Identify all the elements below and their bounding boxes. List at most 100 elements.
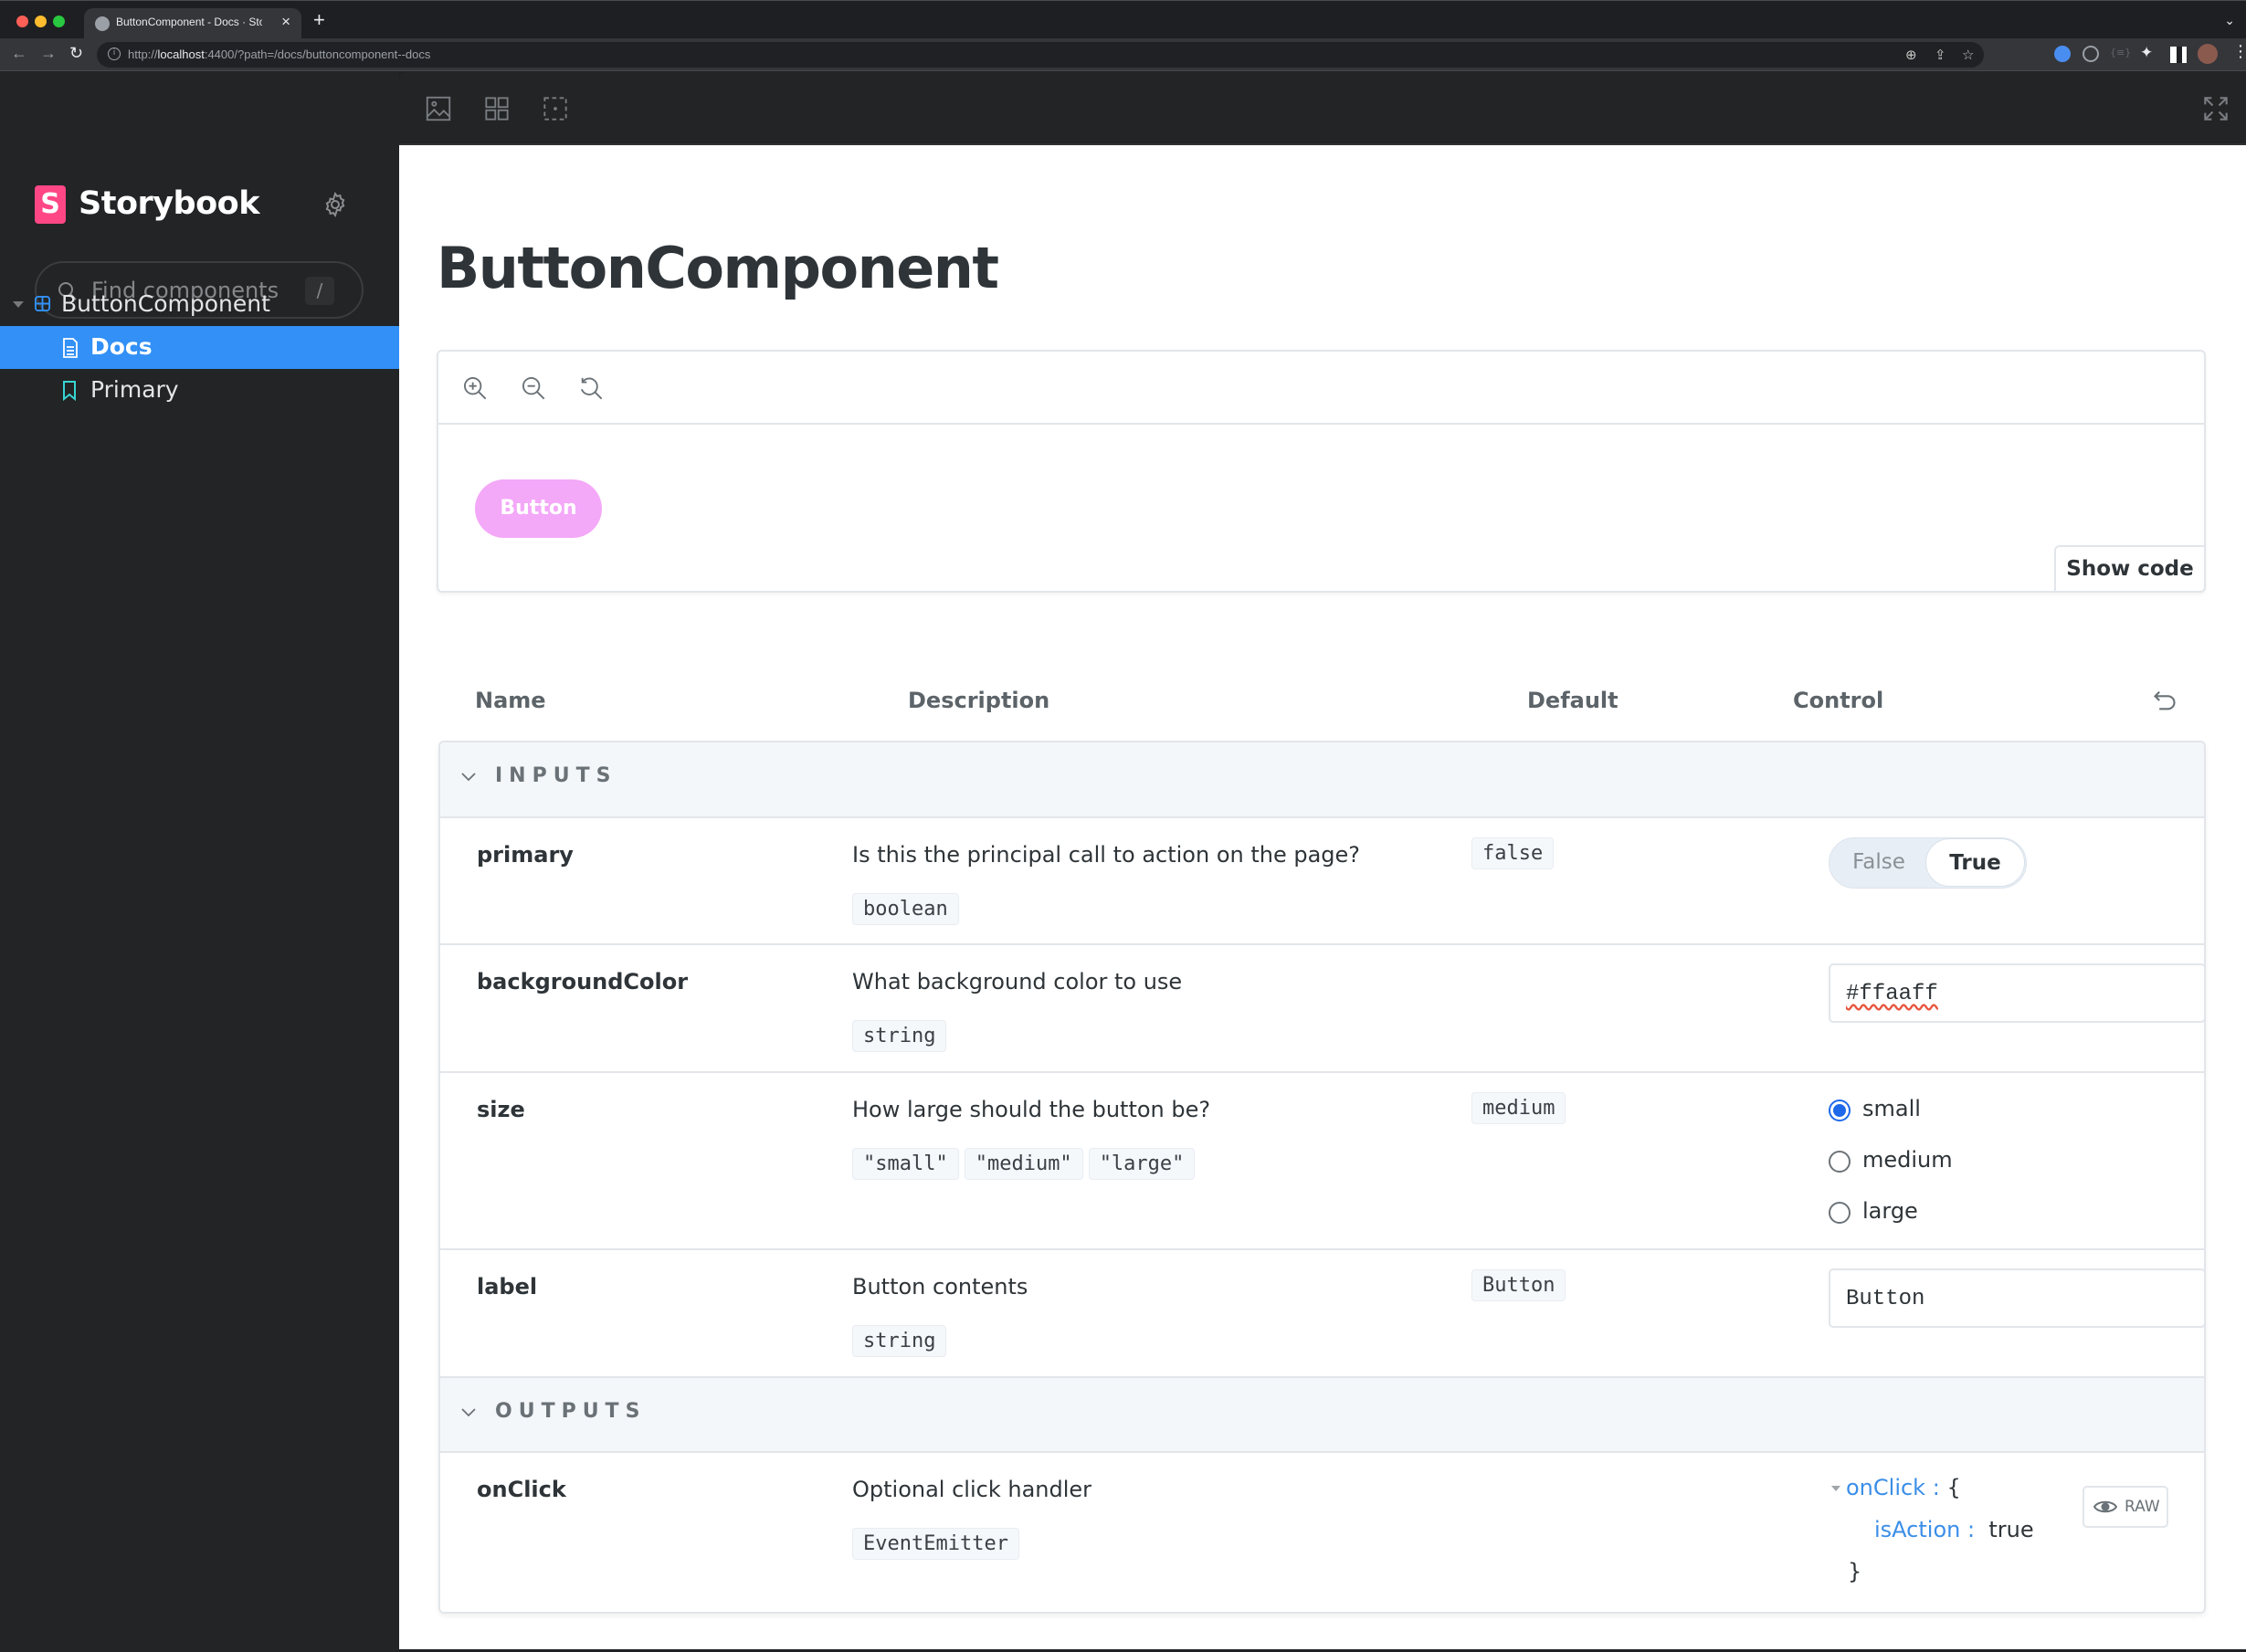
raw-toggle-button[interactable]: RAW bbox=[2083, 1486, 2168, 1528]
object-key[interactable]: onClick bbox=[1846, 1475, 1925, 1500]
section-inputs[interactable]: INPUTS bbox=[440, 742, 2204, 818]
outline-icon[interactable] bbox=[543, 96, 568, 121]
arg-name: label bbox=[477, 1274, 538, 1300]
tree-item-buttoncomponent[interactable]: ButtonComponent bbox=[0, 283, 399, 326]
zoom-in-icon[interactable] bbox=[462, 375, 488, 401]
arg-description: Is this the principal call to action on … bbox=[852, 842, 1361, 868]
storybook-logo-icon: S bbox=[35, 185, 66, 224]
tree-item-primary[interactable]: Primary bbox=[0, 369, 399, 412]
browser-menu-icon[interactable]: ⋮ bbox=[2232, 42, 2246, 61]
docs-content: ButtonComponent Button Show code Name De… bbox=[399, 145, 2246, 1649]
address-bar-row: ← → ↻ i http://localhost:4400/?path=/doc… bbox=[0, 38, 2246, 71]
toggle-option-false[interactable]: False bbox=[1829, 838, 1928, 887]
section-outputs[interactable]: OUTPUTS bbox=[440, 1378, 2204, 1453]
arg-types: EventEmitter bbox=[852, 1528, 1025, 1560]
arg-types: string bbox=[852, 1020, 952, 1052]
radio-button[interactable] bbox=[1829, 1100, 1851, 1121]
arg-types: "small" "medium" "large" bbox=[852, 1148, 1200, 1180]
demo-button[interactable]: Button bbox=[475, 479, 602, 538]
background-icon[interactable] bbox=[426, 96, 451, 121]
zoom-page-icon[interactable]: ⊕ bbox=[1905, 47, 1917, 63]
url-input[interactable]: i http://localhost:4400/?path=/docs/butt… bbox=[97, 42, 1984, 68]
type-chip: EventEmitter bbox=[852, 1528, 1019, 1560]
close-tab-icon[interactable]: × bbox=[281, 13, 290, 31]
type-chip: "large" bbox=[1088, 1148, 1196, 1180]
side-panel-icon[interactable] bbox=[2170, 47, 2187, 63]
page-title: ButtonComponent bbox=[437, 235, 999, 301]
table-row-onclick: onClick Optional click handler EventEmit… bbox=[440, 1453, 2204, 1612]
tree-item-docs[interactable]: Docs bbox=[0, 326, 399, 369]
default-chip: false bbox=[1471, 837, 1555, 869]
tab-search-chevron-icon[interactable]: ⌄ bbox=[2224, 14, 2235, 28]
preview-toolbar bbox=[438, 352, 2204, 425]
arg-description: How large should the button be? bbox=[852, 1097, 1211, 1122]
browser-tab-bar: ButtonComponent - Docs · Storybook × + ⌄ bbox=[0, 0, 2246, 39]
collapse-caret-icon[interactable] bbox=[1831, 1486, 1840, 1491]
bookmark-star-icon[interactable]: ☆ bbox=[1962, 47, 1974, 63]
args-table: INPUTS primary Is this the principal cal… bbox=[438, 741, 2206, 1614]
document-icon bbox=[63, 338, 78, 358]
column-header-control: Control bbox=[1793, 688, 1884, 713]
brand-name: Storybook bbox=[79, 185, 259, 222]
extensions-puzzle-icon[interactable]: ✦ bbox=[2140, 44, 2153, 62]
reload-icon[interactable]: ↻ bbox=[69, 44, 83, 63]
label-input[interactable]: Button bbox=[1829, 1268, 2204, 1328]
tree-item-label: Primary bbox=[90, 376, 179, 403]
section-label: INPUTS bbox=[495, 764, 617, 787]
tab-title: ButtonComponent - Docs · Storybook bbox=[116, 16, 262, 28]
url-text: http://localhost:4400/?path=/docs/button… bbox=[128, 47, 431, 61]
default-chip: medium bbox=[1471, 1092, 1566, 1124]
forward-arrow-icon[interactable]: → bbox=[40, 44, 57, 63]
boolean-toggle[interactable]: False True bbox=[1829, 837, 2027, 889]
arg-name: primary bbox=[477, 842, 574, 868]
toggle-option-true[interactable]: True bbox=[1925, 838, 2025, 887]
new-tab-button[interactable]: + bbox=[313, 8, 325, 32]
zoom-out-icon[interactable] bbox=[521, 375, 546, 401]
fullscreen-icon[interactable] bbox=[2203, 96, 2229, 121]
background-color-input[interactable]: #ffaaff bbox=[1829, 963, 2204, 1023]
maximize-window-button[interactable] bbox=[53, 16, 65, 27]
minimize-window-button[interactable] bbox=[35, 16, 47, 27]
extension-1password-icon[interactable] bbox=[2054, 46, 2071, 62]
radio-button[interactable] bbox=[1829, 1151, 1851, 1173]
back-arrow-icon[interactable]: ← bbox=[11, 44, 27, 63]
column-header-name: Name bbox=[475, 688, 546, 713]
object-close-brace: } bbox=[1848, 1559, 1862, 1584]
share-icon[interactable]: ⇪ bbox=[1935, 47, 1946, 63]
arg-description: What background color to use bbox=[852, 969, 1183, 994]
type-chip: string bbox=[852, 1325, 947, 1357]
table-row-size: size How large should the button be? "sm… bbox=[440, 1073, 2204, 1250]
expand-caret-icon[interactable] bbox=[13, 301, 24, 308]
tree-item-label: ButtonComponent bbox=[61, 290, 270, 317]
globe-icon bbox=[95, 16, 110, 31]
object-child-value[interactable]: true bbox=[1988, 1517, 2033, 1542]
zoom-reset-icon[interactable] bbox=[578, 375, 604, 401]
reset-controls-icon[interactable] bbox=[2152, 688, 2177, 713]
object-child-key[interactable]: isAction bbox=[1874, 1517, 1960, 1542]
browser-tab[interactable]: ButtonComponent - Docs · Storybook × bbox=[84, 8, 301, 39]
extension-json-icon[interactable]: {≡} bbox=[2110, 47, 2131, 58]
arg-description: Optional click handler bbox=[852, 1477, 1092, 1502]
radio-label: large bbox=[1862, 1198, 1918, 1224]
gear-icon[interactable] bbox=[322, 191, 349, 218]
grid-icon[interactable] bbox=[484, 96, 510, 121]
canvas-toolbar bbox=[399, 72, 2246, 145]
radio-button[interactable] bbox=[1829, 1202, 1851, 1224]
column-header-description: Description bbox=[908, 688, 1050, 713]
column-header-default: Default bbox=[1527, 688, 1619, 713]
arg-types: string bbox=[852, 1325, 952, 1357]
close-window-button[interactable] bbox=[16, 16, 28, 27]
eye-icon bbox=[2093, 1500, 2117, 1513]
site-info-icon[interactable]: i bbox=[108, 47, 121, 60]
chevron-down-icon[interactable] bbox=[460, 1405, 477, 1421]
profile-avatar[interactable] bbox=[2198, 44, 2218, 64]
radio-label: small bbox=[1862, 1096, 1921, 1121]
chevron-down-icon[interactable] bbox=[460, 769, 477, 785]
extension-target-icon[interactable] bbox=[2083, 46, 2099, 62]
type-chip: string bbox=[852, 1020, 947, 1052]
type-chip: "medium" bbox=[964, 1148, 1083, 1180]
arg-name: size bbox=[477, 1097, 525, 1122]
arg-default: Button bbox=[1471, 1269, 1571, 1301]
bookmark-icon bbox=[63, 381, 76, 401]
show-code-button[interactable]: Show code bbox=[2054, 545, 2206, 593]
